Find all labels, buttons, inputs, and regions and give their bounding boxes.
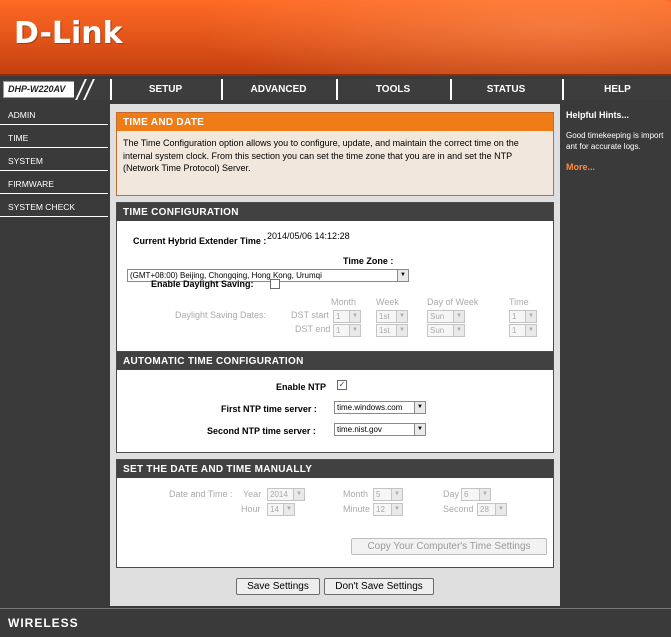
second-ntp-label: Second NTP time server : xyxy=(207,426,316,436)
sidebar-item-time[interactable]: TIME xyxy=(0,127,108,148)
model-slash-decor xyxy=(74,80,104,99)
dst-start-month-select[interactable]: 1 ▼ xyxy=(333,310,361,323)
second-select[interactable]: 28 ▼ xyxy=(477,503,507,516)
helpful-hints-panel: Helpful Hints... Good timekeeping is imp… xyxy=(562,104,671,606)
chevron-down-icon: ▼ xyxy=(525,311,536,322)
hints-text: Good timekeeping is important for accura… xyxy=(566,131,664,151)
enable-ntp-checkbox[interactable]: ✓ xyxy=(337,380,347,390)
dst-end-time-select[interactable]: 1 ▼ xyxy=(509,324,537,337)
dst-start-time-select[interactable]: 1 ▼ xyxy=(509,310,537,323)
tab-status[interactable]: STATUS xyxy=(450,79,560,100)
main-content: TIME AND DATE The Time Configuration opt… xyxy=(110,104,560,606)
timezone-label: Time Zone : xyxy=(343,256,394,266)
daylight-label: Enable Daylight Saving: xyxy=(151,279,254,289)
first-ntp-value: time.windows.com xyxy=(337,403,403,412)
time-config-title: TIME CONFIGURATION xyxy=(117,203,553,221)
dst-end-label: DST end xyxy=(295,324,331,334)
sidebar-item-admin[interactable]: ADMIN xyxy=(0,104,108,125)
col-time: Time xyxy=(509,297,529,307)
auto-time-title: AUTOMATIC TIME CONFIGURATION xyxy=(117,352,553,370)
day-select[interactable]: 6 ▼ xyxy=(461,488,491,501)
col-month: Month xyxy=(331,297,357,307)
manual-time-panel: SET THE DATE AND TIME MANUALLY Date and … xyxy=(116,459,554,568)
dst-end-month-select[interactable]: 1 ▼ xyxy=(333,324,361,337)
chevron-down-icon: ▼ xyxy=(414,402,425,413)
dont-save-settings-button[interactable]: Don't Save Settings xyxy=(324,578,434,595)
month-select[interactable]: 5 ▼ xyxy=(373,488,403,501)
chevron-down-icon: ▼ xyxy=(453,311,464,322)
tab-help[interactable]: HELP xyxy=(562,79,671,100)
footer-wireless-text: WIRELESS xyxy=(8,616,79,630)
chevron-down-icon: ▼ xyxy=(495,504,506,515)
hour-label: Hour xyxy=(241,504,261,514)
first-ntp-label: First NTP time server : xyxy=(221,404,317,414)
manual-time-title: SET THE DATE AND TIME MANUALLY xyxy=(117,460,553,478)
year-label: Year xyxy=(243,489,262,499)
enable-ntp-label: Enable NTP xyxy=(276,382,327,392)
dst-end-dow-select[interactable]: Sun ▼ xyxy=(427,324,465,337)
dst-start-label: DST start xyxy=(291,310,329,320)
daylight-checkbox[interactable] xyxy=(270,279,280,289)
dlink-logo: D-Link xyxy=(14,16,123,51)
hints-title: Helpful Hints... xyxy=(566,110,629,120)
chevron-down-icon: ▼ xyxy=(391,489,402,500)
second-ntp-value: time.nist.gov xyxy=(337,425,382,434)
header-swoosh xyxy=(191,0,671,74)
chevron-down-icon: ▼ xyxy=(453,325,464,336)
minute-select[interactable]: 12 ▼ xyxy=(373,503,403,516)
second-label: Second xyxy=(443,504,474,514)
year-select[interactable]: 2014 ▼ xyxy=(267,488,305,501)
sidebar: ADMIN TIME SYSTEM FIRMWARE SYSTEM CHECK xyxy=(0,104,108,606)
date-time-label: Date and Time : xyxy=(169,489,233,499)
chevron-down-icon: ▼ xyxy=(479,489,490,500)
current-time-value: 2014/05/06 14:12:28 xyxy=(267,231,350,241)
day-label: Day xyxy=(443,489,460,499)
hour-select[interactable]: 14 ▼ xyxy=(267,503,295,516)
hints-more-link[interactable]: More... xyxy=(566,162,667,172)
chevron-down-icon: ▼ xyxy=(283,504,294,515)
save-settings-button[interactable]: Save Settings xyxy=(236,578,320,595)
copy-computer-time-button[interactable]: Copy Your Computer's Time Settings xyxy=(351,538,547,555)
current-time-label: Current Hybrid Extender Time : xyxy=(133,236,267,246)
sidebar-item-system[interactable]: SYSTEM xyxy=(0,150,108,171)
month-label: Month xyxy=(343,489,369,499)
model-name: DHP-W220AV xyxy=(8,84,66,94)
tab-advanced[interactable]: ADVANCED xyxy=(221,79,334,100)
chevron-down-icon: ▼ xyxy=(397,270,408,281)
top-nav: DHP-W220AV SETUP ADVANCED TOOLS STATUS H… xyxy=(0,79,671,100)
chevron-down-icon: ▼ xyxy=(525,325,536,336)
chevron-down-icon: ▼ xyxy=(293,489,304,500)
minute-label: Minute xyxy=(343,504,371,514)
intro-title: TIME AND DATE xyxy=(117,113,553,131)
tab-setup[interactable]: SETUP xyxy=(110,79,219,100)
chevron-down-icon: ▼ xyxy=(349,325,360,336)
footer: WIRELESS xyxy=(0,608,671,637)
chevron-down-icon: ▼ xyxy=(414,424,425,435)
tab-tools[interactable]: TOOLS xyxy=(336,79,448,100)
chevron-down-icon: ▼ xyxy=(396,325,407,336)
intro-panel: TIME AND DATE The Time Configuration opt… xyxy=(116,112,554,196)
chevron-down-icon: ▼ xyxy=(396,311,407,322)
dst-start-week-select[interactable]: 1st ▼ xyxy=(376,310,408,323)
dst-start-dow-select[interactable]: Sun ▼ xyxy=(427,310,465,323)
dst-end-week-select[interactable]: 1st ▼ xyxy=(376,324,408,337)
auto-time-panel: AUTOMATIC TIME CONFIGURATION Enable NTP … xyxy=(116,351,554,453)
chevron-down-icon: ▼ xyxy=(391,504,402,515)
intro-text: The Time Configuration option allows you… xyxy=(123,138,519,173)
sidebar-item-firmware[interactable]: FIRMWARE xyxy=(0,173,108,194)
header-banner: D-Link xyxy=(0,0,671,76)
second-ntp-select[interactable]: time.nist.gov ▼ xyxy=(334,423,426,436)
chevron-down-icon: ▼ xyxy=(349,311,360,322)
first-ntp-select[interactable]: time.windows.com ▼ xyxy=(334,401,426,414)
col-day-of-week: Day of Week xyxy=(427,297,479,307)
dst-dates-label: Daylight Saving Dates: xyxy=(175,310,267,320)
col-week: Week xyxy=(376,297,399,307)
model-badge: DHP-W220AV xyxy=(3,80,104,99)
sidebar-item-system-check[interactable]: SYSTEM CHECK xyxy=(0,196,108,217)
